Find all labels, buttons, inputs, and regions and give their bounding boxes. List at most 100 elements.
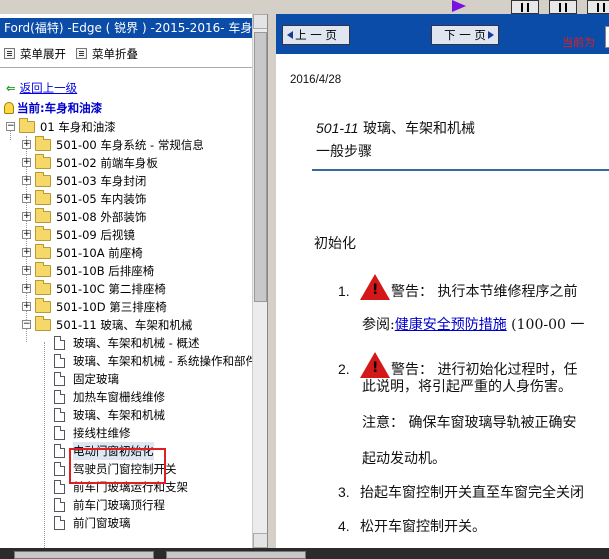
tree-folder-item[interactable]: +501-10A 前座椅 <box>0 244 252 262</box>
current-page-label: 当前为 <box>562 36 595 49</box>
document-content: 2016/4/28 501-11 玻璃、车架和机械 一般步骤 初始化 1. 警告：… <box>276 54 609 548</box>
toolbar-button-3[interactable] <box>587 0 609 14</box>
menu-expand-icon <box>4 48 15 59</box>
tree-doc-item[interactable]: 前门窗玻璃 <box>0 514 252 532</box>
tree-folder-item[interactable]: − 501-11 玻璃、车架和机械 <box>0 316 252 334</box>
taskbar-item-2[interactable] <box>166 551 306 559</box>
expand-toggle-icon[interactable]: + <box>22 194 31 203</box>
document-icon <box>54 516 65 530</box>
tree-doc-item[interactable]: 加热车窗栅线维修 <box>0 388 252 406</box>
scroll-down-button[interactable] <box>253 533 267 548</box>
collapse-menu-label: 菜单折叠 <box>92 47 138 61</box>
document-icon <box>54 498 65 512</box>
section-heading: 初始化 <box>314 236 356 252</box>
menu-controls: 菜单展开 菜单折叠 <box>0 44 252 64</box>
expand-menu-button[interactable]: 菜单展开 <box>4 46 66 62</box>
step-text: 执行本节维修程序之前 <box>437 284 578 300</box>
document-icon <box>54 336 65 350</box>
back-link-label: 返回上一级 <box>19 81 78 95</box>
expand-toggle-icon[interactable]: + <box>22 302 31 311</box>
expand-toggle-icon[interactable]: + <box>22 140 31 149</box>
page-icon <box>597 3 605 12</box>
tree-scrollbar[interactable] <box>252 14 267 548</box>
tree-folder-item[interactable]: +501-00 车身系统 - 常规信息 <box>0 136 252 154</box>
next-page-button[interactable]: 下 一 页 <box>431 25 499 45</box>
top-toolbar <box>0 0 609 14</box>
reference-prefix: 参阅: <box>362 317 395 333</box>
tree-folder-item[interactable]: +501-08 外部装饰 <box>0 208 252 226</box>
tree-folder-item[interactable]: − 01 车身和油漆 <box>0 118 252 136</box>
step-4: 4. 松开车窗控制开关。 <box>338 516 486 536</box>
folder-icon <box>35 244 51 259</box>
tree-doc-item[interactable]: 接线柱维修 <box>0 424 252 442</box>
warning-icon <box>360 274 390 300</box>
expand-toggle-icon[interactable]: + <box>22 158 31 167</box>
safety-precautions-link[interactable]: 健康安全预防措施 <box>395 317 507 333</box>
warning-icon <box>360 352 390 378</box>
step-2-note: 注意： 确保车窗玻璃导轨被正确安 <box>362 415 577 431</box>
expand-toggle-icon[interactable]: + <box>22 176 31 185</box>
scroll-up-button[interactable] <box>253 14 267 29</box>
folder-icon <box>19 118 35 133</box>
folder-icon <box>35 136 51 151</box>
expand-toggle-icon[interactable]: + <box>22 248 31 257</box>
current-location: 当前:车身和油漆 <box>4 100 102 116</box>
tree-item-label: 加热车窗栅线维修 <box>73 390 165 404</box>
collapse-menu-button[interactable]: 菜单折叠 <box>76 46 138 62</box>
app-window: Ford(福特) -Edge ( 锐界 ) -2015-2016- 车身和 菜单… <box>0 0 609 559</box>
tree-item-label: 固定玻璃 <box>73 372 119 386</box>
play-arrow-icon[interactable] <box>452 0 466 12</box>
tree-folder-item[interactable]: +501-10D 第三排座椅 <box>0 298 252 316</box>
tree-item-label: 501-03 车身封闭 <box>56 174 147 188</box>
title-divider <box>312 169 609 171</box>
title-text: 玻璃、车架和机械 <box>363 121 476 137</box>
expand-toggle-icon[interactable]: + <box>22 230 31 239</box>
folder-icon <box>35 226 51 241</box>
tree-folder-item[interactable]: +501-10C 第二排座椅 <box>0 280 252 298</box>
step-1: 1. 警告： 执行本节维修程序之前 <box>338 274 577 301</box>
toolbar-button-2[interactable] <box>549 0 577 14</box>
tree-item-label: 前车门玻璃顶行程 <box>73 498 165 512</box>
expand-toggle-icon[interactable]: + <box>22 284 31 293</box>
document-icon <box>54 372 65 386</box>
toolbar-button-1[interactable] <box>511 0 539 14</box>
tree-item-label: 501-08 外部装饰 <box>56 210 147 224</box>
expand-menu-label: 菜单展开 <box>20 47 66 61</box>
expand-toggle-icon[interactable]: + <box>22 212 31 221</box>
menu-collapse-icon <box>76 48 87 59</box>
tree-folder-item[interactable]: +501-09 后视镜 <box>0 226 252 244</box>
step-number: 2. <box>338 361 350 377</box>
tree-doc-item[interactable]: 固定玻璃 <box>0 370 252 388</box>
tree-folder-item[interactable]: +501-02 前端车身板 <box>0 154 252 172</box>
content-panel: 上 一 页 下 一 页 当前为 2016/4/28 501-11 玻璃、车架和机… <box>276 14 609 548</box>
tree-folder-item[interactable]: +501-03 车身封闭 <box>0 172 252 190</box>
back-link[interactable]: ⇐ 返回上一级 <box>6 80 77 96</box>
lightbulb-icon <box>4 102 14 114</box>
page-icon <box>559 3 567 12</box>
navigation-panel: Ford(福特) -Edge ( 锐界 ) -2015-2016- 车身和 菜单… <box>0 14 268 548</box>
tree-folder-item[interactable]: +501-10B 后排座椅 <box>0 262 252 280</box>
back-arrow-icon: ⇐ <box>6 81 16 95</box>
step-text: 松开车窗控制开关。 <box>360 519 486 535</box>
collapse-toggle-icon[interactable]: − <box>22 320 31 329</box>
tree-item-label: 501-11 玻璃、车架和机械 <box>56 318 193 332</box>
expand-toggle-icon[interactable]: + <box>22 266 31 275</box>
tree-doc-item[interactable]: 玻璃、车架和机械 - 概述 <box>0 334 252 352</box>
prev-page-button[interactable]: 上 一 页 <box>282 25 350 45</box>
step-2-line-2: 此说明，将引起严重的人身伤害。 <box>362 379 572 395</box>
page-number-input[interactable] <box>605 26 609 48</box>
collapse-toggle-icon[interactable]: − <box>6 122 15 131</box>
tree-doc-item[interactable]: 玻璃、车架和机械 - 系统操作和部件 <box>0 352 257 370</box>
step-number: 4. <box>338 518 350 534</box>
document-title: 501-11 玻璃、车架和机械 <box>316 118 475 138</box>
step-number: 3. <box>338 484 350 500</box>
taskbar-item-1[interactable] <box>14 551 154 559</box>
scroll-thumb[interactable] <box>254 32 267 302</box>
tree-folder-item[interactable]: +501-05 车内装饰 <box>0 190 252 208</box>
document-icon <box>54 480 65 494</box>
folder-icon <box>35 208 51 223</box>
step-2-line-4: 起动发动机。 <box>362 451 446 467</box>
tree-doc-item[interactable]: 前车门玻璃顶行程 <box>0 496 252 514</box>
tree-doc-item[interactable]: 玻璃、车架和机械 <box>0 406 252 424</box>
tree-item-label: 玻璃、车架和机械 <box>73 408 165 422</box>
